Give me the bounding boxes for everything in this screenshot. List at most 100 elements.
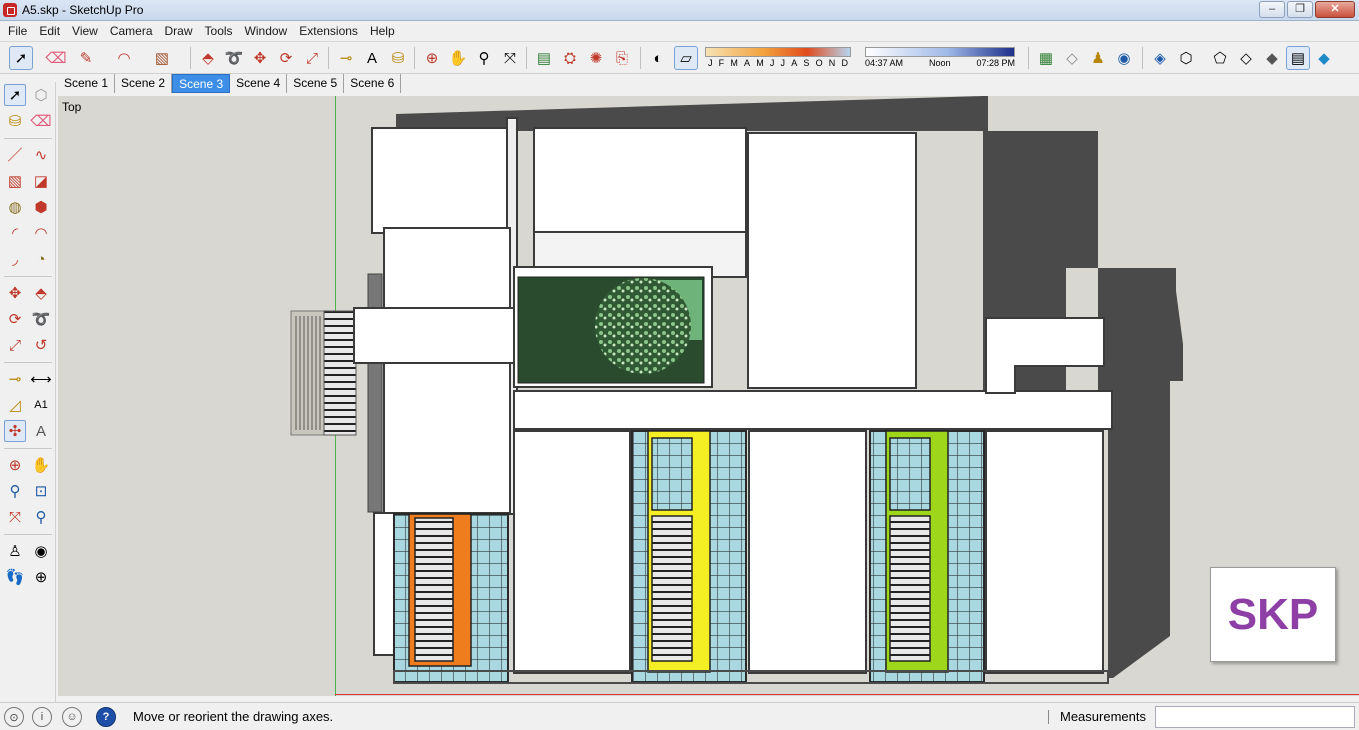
position-camera-icon[interactable]: ♙ <box>4 540 26 562</box>
shadow-month-slider[interactable]: J F M A M J J A S O N D <box>705 47 851 68</box>
menu-view[interactable]: View <box>66 21 104 41</box>
menu-tools[interactable]: Tools <box>199 21 239 41</box>
shadow-time-slider[interactable]: 04:37 AM Noon 07:28 PM <box>865 47 1015 68</box>
move-tool-icon[interactable]: ✥ <box>248 46 272 70</box>
menu-help[interactable]: Help <box>364 21 401 41</box>
wireframe-style-icon[interactable]: ⬠ <box>1208 46 1232 70</box>
eraser-tool-icon[interactable]: ⌫ <box>30 110 52 132</box>
select-tool-icon[interactable]: ➚ <box>9 46 33 70</box>
add-location-icon[interactable]: ▦ <box>1034 46 1058 70</box>
rectangle-tool-icon[interactable]: ▧ <box>150 46 174 70</box>
text-tool-icon[interactable]: A1 <box>30 394 52 416</box>
orbit-tool-icon[interactable]: ⊕ <box>420 46 444 70</box>
menu-draw[interactable]: Draw <box>159 21 199 41</box>
geo-location-icon[interactable]: ⊙ <box>4 707 24 727</box>
menu-edit[interactable]: Edit <box>33 21 66 41</box>
shaded-textures-style-icon[interactable]: ▤ <box>1286 46 1310 70</box>
rotate-tool-icon[interactable]: ⟳ <box>4 308 26 330</box>
scale-tool-icon[interactable]: ⤢ <box>4 334 26 356</box>
photo-textures-icon[interactable]: ♟ <box>1086 46 1110 70</box>
extension-warehouse-icon[interactable]: ✺ <box>584 46 608 70</box>
tab-scene-6[interactable]: Scene 6 <box>344 74 402 93</box>
share-model-icon[interactable]: ⛭ <box>558 46 582 70</box>
push-pull-tool-icon[interactable]: ⬘ <box>196 46 220 70</box>
tab-scene-2[interactable]: Scene 2 <box>115 74 173 93</box>
monochrome-style-icon[interactable]: ◆ <box>1312 46 1336 70</box>
shadows-toggle-icon[interactable]: ◐ <box>646 46 670 70</box>
3d-text-tool-icon[interactable]: A <box>30 420 52 442</box>
select-tool-icon[interactable]: ➚ <box>4 84 26 106</box>
dimension-tool-icon[interactable]: ⟷ <box>30 368 52 390</box>
circle-tool-icon[interactable]: ◍ <box>4 196 26 218</box>
sketchup-app-icon[interactable] <box>3 3 17 17</box>
minimize-button[interactable]: – <box>1259 1 1285 18</box>
pie-tool-icon[interactable]: ◔ <box>30 248 52 270</box>
two-point-arc-icon[interactable]: ◠ <box>30 222 52 244</box>
tape-measure-icon[interactable]: ⊸ <box>4 368 26 390</box>
credits-info-icon[interactable]: i <box>32 707 52 727</box>
rotated-rectangle-icon[interactable]: ◪ <box>30 170 52 192</box>
tab-scene-1[interactable]: Scene 1 <box>58 74 116 93</box>
pan-tool-icon[interactable]: ✋ <box>30 454 52 476</box>
zoom-tool-icon[interactable]: ⚲ <box>472 46 496 70</box>
menu-file[interactable]: File <box>2 21 33 41</box>
shaded-style-icon[interactable]: ◆ <box>1260 46 1284 70</box>
scale-tool-icon[interactable]: ⤢ <box>300 46 324 70</box>
three-point-arc-icon[interactable]: ◞ <box>4 248 26 270</box>
close-button[interactable]: ✕ <box>1315 1 1355 18</box>
menu-window[interactable]: Window <box>239 21 294 41</box>
orbit-tool-icon[interactable]: ⊕ <box>4 454 26 476</box>
maximize-button[interactable]: ❐ <box>1287 1 1313 18</box>
hidden-line-style-icon[interactable]: ◇ <box>1234 46 1258 70</box>
look-around-icon[interactable]: ◉ <box>30 540 52 562</box>
help-icon[interactable]: ? <box>96 707 116 727</box>
measurements-input[interactable] <box>1155 706 1355 728</box>
axes-tool-icon[interactable]: ✣ <box>4 420 26 442</box>
previous-view-icon[interactable]: ⚲ <box>30 506 52 528</box>
text-tool-icon[interactable]: A <box>360 46 384 70</box>
line-tool-icon[interactable]: ✎ <box>74 46 98 70</box>
tab-scene-4[interactable]: Scene 4 <box>230 74 288 93</box>
offset-tool-icon[interactable]: ↺ <box>30 334 52 356</box>
time-gradient-bar[interactable] <box>865 47 1015 57</box>
section-plane-icon[interactable]: ⊕ <box>30 566 52 588</box>
line-tool-icon[interactable]: ／ <box>4 144 26 166</box>
make-component-icon[interactable]: ⬡ <box>30 84 52 106</box>
zoom-extents-icon[interactable]: ⤧ <box>4 506 26 528</box>
3d-warehouse-icon[interactable]: ▤ <box>532 46 556 70</box>
zoom-extents-icon[interactable]: ⤧ <box>498 46 522 70</box>
zoom-tool-icon[interactable]: ⚲ <box>4 480 26 502</box>
paint-bucket-icon[interactable]: ⛁ <box>4 110 26 132</box>
freehand-tool-icon[interactable]: ∿ <box>30 144 52 166</box>
user-account-icon[interactable]: ☺ <box>62 707 82 727</box>
paint-bucket-icon[interactable]: ⛁ <box>386 46 410 70</box>
zoom-window-icon[interactable]: ⊡ <box>30 480 52 502</box>
move-tool-icon[interactable]: ✥ <box>4 282 26 304</box>
rotate-tool-icon[interactable]: ⟳ <box>274 46 298 70</box>
polygon-tool-icon[interactable]: ⬢ <box>30 196 52 218</box>
modeling-viewport[interactable]: Top SKP <box>58 96 1359 696</box>
rectangle-tool-icon[interactable]: ▧ <box>4 170 26 192</box>
tape-measure-icon[interactable]: ⊸ <box>334 46 358 70</box>
pan-tool-icon[interactable]: ✋ <box>446 46 470 70</box>
protractor-tool-icon[interactable]: ◿ <box>4 394 26 416</box>
tab-scene-5[interactable]: Scene 5 <box>287 74 345 93</box>
push-pull-tool-icon[interactable]: ⬘ <box>30 282 52 304</box>
arc-tool-icon[interactable]: ◠ <box>112 46 136 70</box>
fog-toggle-icon[interactable]: ▱ <box>674 46 698 70</box>
google-earth-icon[interactable]: ◉ <box>1112 46 1136 70</box>
tab-scene-3[interactable]: Scene 3 <box>172 74 231 93</box>
menu-camera[interactable]: Camera <box>104 21 159 41</box>
follow-me-tool-icon[interactable]: ➰ <box>30 308 52 330</box>
follow-me-tool-icon[interactable]: ➰ <box>222 46 246 70</box>
measurements-label: Measurements <box>1060 709 1146 724</box>
arc-tool-icon[interactable]: ◜ <box>4 222 26 244</box>
layout-icon[interactable]: ⎘ <box>610 46 634 70</box>
toggle-terrain-icon[interactable]: ◇ <box>1060 46 1084 70</box>
menu-extensions[interactable]: Extensions <box>293 21 364 41</box>
month-gradient-bar[interactable] <box>705 47 851 57</box>
xray-style-icon[interactable]: ◈ <box>1148 46 1172 70</box>
eraser-tool-icon[interactable]: ⌫ <box>44 46 68 70</box>
back-edges-style-icon[interactable]: ⬡ <box>1174 46 1198 70</box>
walk-tool-icon[interactable]: 👣 <box>4 566 26 588</box>
